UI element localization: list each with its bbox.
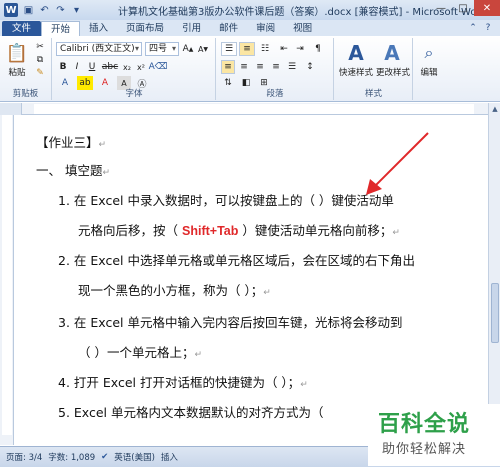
find-icon[interactable]: ⌕ xyxy=(418,40,440,66)
align-right-icon[interactable]: ≡ xyxy=(253,60,267,74)
paste-label[interactable]: 粘贴 xyxy=(4,66,30,78)
bold-icon[interactable]: B xyxy=(57,60,69,74)
minimize-icon[interactable]: — xyxy=(430,0,452,16)
watermark-subtitle: 助你轻松解决 xyxy=(382,442,467,457)
quick-access-toolbar: ▣ ↶ ↷ ▾ xyxy=(22,4,83,17)
document-page[interactable]: 【作业三】↵ 一、 填空题↵ 1. 在 Excel 中录入数据时，可以按键盘上的… xyxy=(14,115,488,446)
word-app-icon[interactable]: W xyxy=(4,3,18,17)
help-controls: ⌃ ? xyxy=(467,22,494,34)
ruler-toggle[interactable] xyxy=(0,103,22,115)
window-controls: — □ ✕ xyxy=(430,0,500,16)
undo-icon[interactable]: ↶ xyxy=(38,4,51,17)
customize-icon[interactable]: ▾ xyxy=(70,4,83,17)
align-center-icon[interactable]: ≡ xyxy=(237,60,251,74)
decrease-indent-icon[interactable]: ⇤ xyxy=(277,42,291,56)
watermark-title: 百科全说 xyxy=(378,412,471,437)
paste-icon[interactable]: 📋 xyxy=(6,40,28,66)
format-painter-icon[interactable]: ✎ xyxy=(34,67,46,79)
watermark: 百科全说 助你轻松解决 xyxy=(368,404,500,466)
vertical-scrollbar[interactable]: ▲ ▼ xyxy=(488,103,500,446)
save-icon[interactable]: ▣ xyxy=(22,4,35,17)
show-marks-icon[interactable]: ¶ xyxy=(311,42,325,56)
underline-icon[interactable]: U xyxy=(85,60,99,74)
tab-view[interactable]: 视图 xyxy=(284,21,321,36)
multilevel-list-icon[interactable]: ☷ xyxy=(257,42,273,56)
italic-icon[interactable]: I xyxy=(71,60,83,74)
paragraph-group: ☰ ≡ ☷ ⇤ ⇥ ¶ ≡ ≡ ≡ ≡ ☰ ↕ ⇅ ◧ ⊞ 段落 xyxy=(217,38,334,100)
styles-group: A 快速样式 A 更改样式 样式 xyxy=(335,38,413,100)
scroll-up-icon[interactable]: ▲ xyxy=(489,103,500,115)
redo-icon[interactable]: ↷ xyxy=(54,4,67,17)
vertical-ruler[interactable] xyxy=(0,115,14,445)
question-1-line-1: 1. 在 Excel 中录入数据时，可以按键盘上的（ ）键使活动单 xyxy=(58,193,394,208)
numbering-icon[interactable]: ≡ xyxy=(239,42,255,56)
question-2-line-2: 现一个黑色的小方框，称为（ ）；↵ xyxy=(78,283,271,298)
paragraph-group-label: 段落 xyxy=(266,89,284,99)
clipboard-group-label: 剪贴板 xyxy=(12,89,39,99)
fill-blank-heading: 一、 填空题↵ xyxy=(36,163,111,178)
annotation-arrow xyxy=(366,132,429,195)
subscript-icon[interactable]: x₂ xyxy=(121,60,133,74)
grow-font-icon[interactable]: A ▲ xyxy=(182,42,194,56)
tab-mailings[interactable]: 邮件 xyxy=(210,21,247,36)
font-name-dropdown[interactable]: Calibri (西文正文) xyxy=(56,42,142,56)
ribbon-tabs: 文件 开始 插入 页面布局 引用 邮件 审阅 视图 ⌃ ? xyxy=(0,20,500,36)
font-group: Calibri (西文正文) 四号 A▲ A▼ B I U abc x₂ x² … xyxy=(53,38,216,100)
editing-group: ⌕ 编辑 xyxy=(414,38,444,100)
distributed-icon[interactable]: ☰ xyxy=(285,60,299,74)
question-3-line-2: （ ）一个单元格上；↵ xyxy=(78,345,203,360)
tab-insert[interactable]: 插入 xyxy=(80,21,117,36)
change-styles-icon[interactable]: A xyxy=(379,40,405,66)
superscript-icon[interactable]: x² xyxy=(135,60,147,74)
ribbon: 📋 粘贴 ✂ ⧉ ✎ 剪贴板 Calibri (西文正文) 四号 A▲ A▼ B… xyxy=(0,36,500,102)
tab-review[interactable]: 审阅 xyxy=(247,21,284,36)
styles-group-label: 样式 xyxy=(364,89,382,99)
strikethrough-icon[interactable]: abc xyxy=(102,60,118,74)
section-heading: 【作业三】↵ xyxy=(36,135,107,150)
close-icon[interactable]: ✕ xyxy=(474,0,500,16)
question-5-line: 5. Excel 单元格内文本数据默认的对齐方式为（ xyxy=(58,405,324,420)
collapse-ribbon-icon[interactable]: ⌃ xyxy=(467,22,479,34)
tab-page-layout[interactable]: 页面布局 xyxy=(117,21,173,36)
font-group-label: 字体 xyxy=(125,89,143,99)
insert-mode[interactable]: 插入 xyxy=(161,451,178,463)
change-styles-label[interactable]: 更改样式 xyxy=(375,66,411,78)
maximize-icon[interactable]: □ xyxy=(452,0,474,16)
question-1-line-2: 元格向后移，按（ Shift+Tab ）键使活动单元格向前移；↵ xyxy=(78,223,400,238)
question-2-line-1: 2. 在 Excel 中选择单元格或单元格区域后，会在区域的右下角出 xyxy=(58,253,415,268)
horizontal-ruler[interactable] xyxy=(22,103,488,115)
scroll-thumb[interactable] xyxy=(491,283,499,343)
question-3-line-1: 3. 在 Excel 单元格中输入完内容后按回车键，光标将会移动到 xyxy=(58,315,403,330)
quick-styles-icon[interactable]: A xyxy=(343,40,369,66)
question-4-line: 4. 打开 Excel 打开对话框的快捷键为（ ）；↵ xyxy=(58,375,308,390)
line-spacing-icon[interactable]: ↕ xyxy=(303,60,317,74)
answer-shift-tab: Shift+Tab xyxy=(182,224,239,238)
language-status[interactable]: 英语(美国) xyxy=(114,451,155,463)
title-bar: W ▣ ↶ ↷ ▾ 计算机文化基础第3版办公软件课后题（答案）.docx [兼容… xyxy=(0,0,500,20)
justify-icon[interactable]: ≡ xyxy=(269,60,283,74)
word-count[interactable]: 字数: 1,089 xyxy=(48,451,95,463)
page-count[interactable]: 页面: 3/4 xyxy=(6,451,42,463)
align-left-icon[interactable]: ≡ xyxy=(221,60,235,74)
clipboard-group: 📋 粘贴 ✂ ⧉ ✎ 剪贴板 xyxy=(0,38,52,100)
increase-indent-icon[interactable]: ⇥ xyxy=(293,42,307,56)
quick-styles-label[interactable]: 快速样式 xyxy=(337,66,375,78)
editing-label[interactable]: 编辑 xyxy=(416,66,442,78)
proofing-icon[interactable]: ✔ xyxy=(101,452,108,462)
shrink-font-icon[interactable]: A ▼ xyxy=(197,42,209,56)
clear-format-icon[interactable]: A⌫ xyxy=(149,60,168,74)
tab-home[interactable]: 开始 xyxy=(41,21,81,36)
cut-icon[interactable]: ✂ xyxy=(34,41,46,53)
help-icon[interactable]: ? xyxy=(482,22,494,34)
bullets-icon[interactable]: ☰ xyxy=(221,42,237,56)
font-size-dropdown[interactable]: 四号 xyxy=(145,42,179,56)
tab-references[interactable]: 引用 xyxy=(173,21,210,36)
tab-file[interactable]: 文件 xyxy=(2,21,42,36)
copy-icon[interactable]: ⧉ xyxy=(34,54,46,66)
